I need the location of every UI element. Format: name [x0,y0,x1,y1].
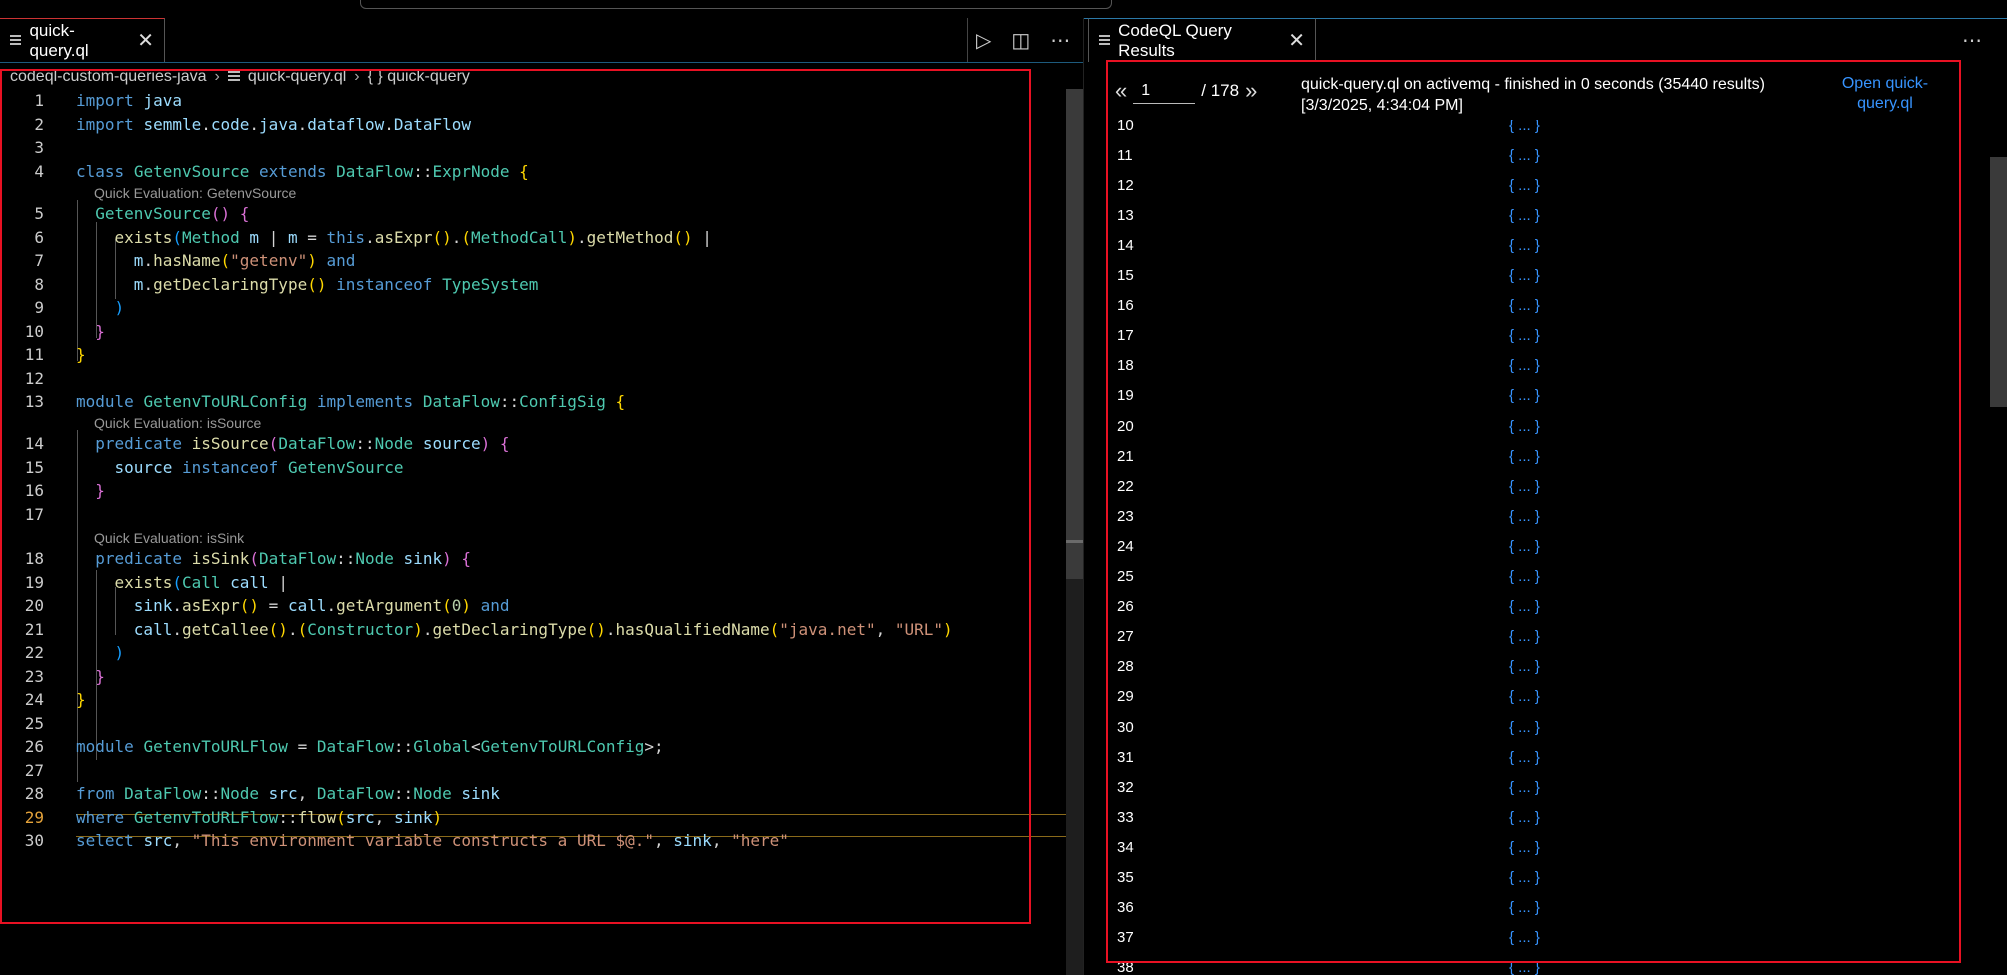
editor-tab-bar: quick-query.ql ✕ [0,18,1083,63]
close-icon[interactable]: ✕ [1288,31,1305,51]
results-actions: ⋯ [1962,18,1982,62]
editor-scroll-thumb[interactable] [1066,89,1083,579]
tab-codeql-query-results[interactable]: CodeQL Query Results ✕ [1088,18,1316,62]
more-actions-icon[interactable]: ⋯ [1050,28,1070,53]
tab-quick-query[interactable]: quick-query.ql ✕ [0,18,165,62]
highlight-box-editor [0,69,1031,924]
tab-label: quick-query.ql [29,20,89,60]
command-center[interactable] [360,0,1112,9]
divider [967,18,968,62]
close-icon[interactable]: ✕ [137,31,154,51]
editor-actions: ▷ ◫ ⋯ [976,18,1070,62]
split-editor-icon[interactable]: ◫ [1011,28,1030,53]
panel-divider[interactable] [1083,18,1084,975]
more-actions-icon[interactable]: ⋯ [1962,28,1982,53]
results-scroll-thumb[interactable] [1990,157,2007,407]
tab-label: CodeQL Query Results [1118,20,1232,60]
scrollbar-cursor-marker [1066,540,1083,543]
highlight-box-results [1106,60,1961,963]
run-icon[interactable]: ▷ [976,28,991,53]
file-icon [10,34,22,47]
results-file-icon [1099,34,1111,47]
